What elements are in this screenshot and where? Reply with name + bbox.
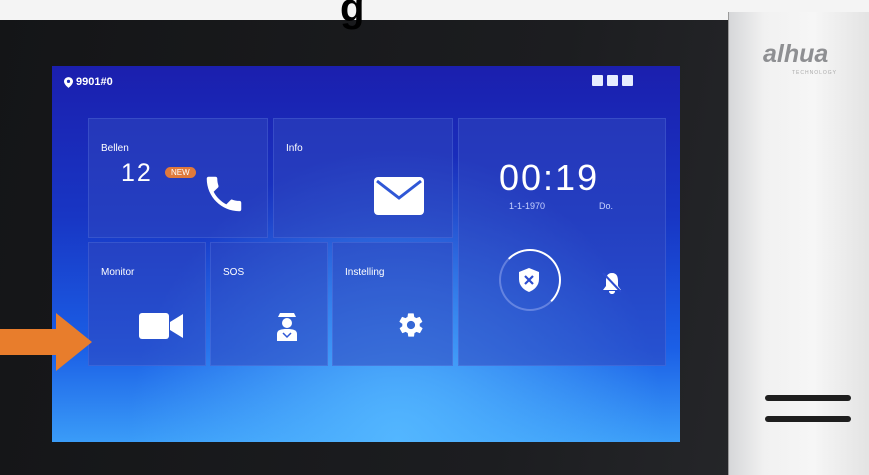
speaker-grille-bottom (765, 416, 851, 422)
shield-x-icon[interactable] (517, 267, 541, 293)
tile-info[interactable]: Info (273, 118, 453, 238)
message-icon (622, 75, 633, 86)
status-icons (592, 75, 633, 86)
tile-sos-label: SOS (223, 267, 245, 278)
bell-icon[interactable] (601, 271, 623, 295)
tile-instelling-label: Instelling (345, 267, 385, 278)
orange-arrow-pointer (0, 313, 92, 371)
location-status: 9901#0 (64, 76, 113, 88)
location-text: 9901#0 (76, 76, 113, 88)
image-icon (607, 75, 618, 86)
intercom-device: g 9901#0 Bellen 12 NEW Info Monitor SOS … (0, 0, 869, 475)
brand-side-panel: alhua TECHNOLOGY (728, 12, 869, 475)
tile-sos[interactable]: SOS (210, 242, 328, 366)
envelope-icon (374, 177, 424, 215)
brand-tagline: TECHNOLOGY (792, 70, 838, 76)
touch-screen: 9901#0 Bellen 12 NEW Info Monitor SOS In… (52, 66, 680, 442)
clock-time: 00:19 (499, 157, 600, 198)
cropped-header-text: g (340, 0, 366, 30)
clock-date: 1-1-1970 (509, 201, 546, 211)
tile-bellen-label: Bellen (101, 143, 129, 154)
tile-monitor-label: Monitor (101, 267, 135, 278)
brand-logo: alhua (763, 40, 829, 68)
tile-clock: 00:19 1-1-1970 Do. (458, 118, 666, 366)
call-count: 12 (121, 159, 153, 187)
video-camera-icon (139, 313, 183, 339)
tile-info-label: Info (286, 143, 303, 154)
location-pin-icon (64, 76, 73, 88)
tile-bellen[interactable]: Bellen 12 NEW (88, 118, 268, 238)
new-badge: NEW (165, 167, 196, 178)
gear-icon (399, 313, 423, 337)
tile-monitor[interactable]: Monitor (88, 242, 206, 366)
sd-card-icon (592, 75, 603, 86)
speaker-grille-top (765, 395, 851, 401)
clock-day: Do. (599, 201, 614, 211)
tile-instelling[interactable]: Instelling (332, 242, 453, 366)
phone-icon (206, 176, 242, 212)
guard-icon (277, 313, 297, 341)
